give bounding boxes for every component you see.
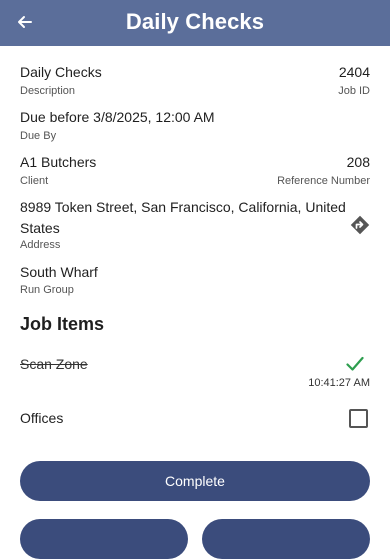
run-group-value: South Wharf — [20, 264, 98, 280]
due-value: Due before 3/8/2025, 12:00 AM — [20, 109, 215, 125]
job-item-time: 10:41:27 AM — [308, 377, 370, 389]
address-label: Address — [20, 239, 61, 251]
list-item[interactable]: Offices — [20, 410, 370, 434]
directions-icon[interactable] — [350, 215, 370, 235]
client-value: A1 Butchers — [20, 154, 97, 170]
due-row: Due before 3/8/2025, 12:00 AM Due By — [20, 109, 370, 145]
description-label: Description — [20, 85, 76, 97]
client-label: Client — [20, 175, 49, 187]
job-id-label: Job ID — [338, 85, 370, 97]
address-line-2: States — [20, 220, 60, 236]
secondary-button-left[interactable] — [20, 519, 188, 559]
complete-button[interactable]: Complete — [20, 461, 370, 501]
address-line-1: 8989 Token Street, San Francisco, Califo… — [20, 199, 346, 215]
job-item-name: Scan Zone — [20, 356, 88, 372]
job-items-heading: Job Items — [20, 314, 105, 334]
check-icon — [346, 356, 364, 371]
run-group-label: Run Group — [20, 284, 74, 296]
list-item[interactable]: Scan Zone 10:41:27 AM — [20, 356, 370, 396]
checkbox-icon[interactable] — [349, 409, 368, 428]
run-group-row: South Wharf Run Group — [20, 264, 370, 300]
due-label: Due By — [20, 130, 57, 142]
app-header: Daily Checks — [0, 0, 390, 46]
description-row: Daily Checks 2404 Description Job ID — [20, 64, 370, 100]
client-row: A1 Butchers 208 Client Reference Number — [20, 154, 370, 190]
page-title: Daily Checks — [125, 9, 265, 34]
job-id-value: 2404 — [338, 64, 370, 80]
reference-value: 208 — [346, 154, 370, 170]
job-item-name: Offices — [20, 410, 64, 426]
secondary-button-right[interactable] — [202, 519, 370, 559]
description-value: Daily Checks — [20, 64, 102, 80]
reference-label: Reference Number — [277, 175, 370, 187]
address-row: 8989 Token Street, San Francisco, Califo… — [20, 199, 346, 255]
